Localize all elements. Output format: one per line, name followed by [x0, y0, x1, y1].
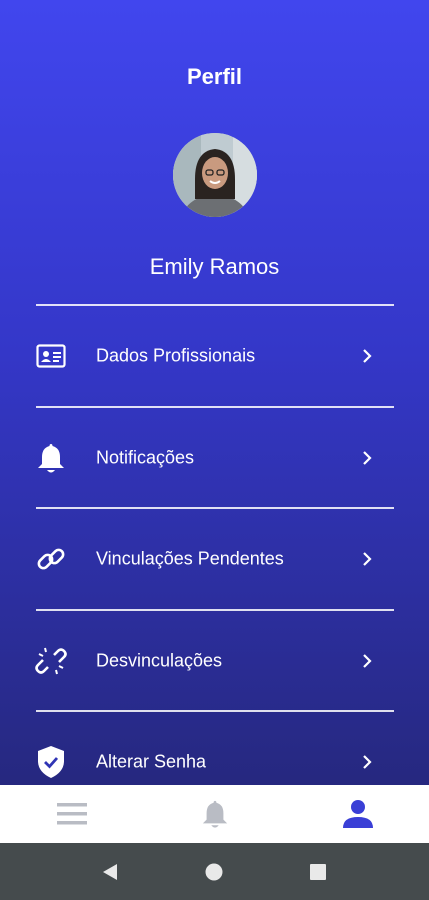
back-button[interactable] [99, 861, 121, 883]
menu-icon [57, 803, 87, 825]
chevron-right-icon [363, 552, 372, 566]
menu-item-alterar-senha[interactable]: Alterar Senha [0, 712, 429, 785]
id-card-icon [34, 339, 68, 373]
profile-screen: Perfil Emily Ramos Dados Profissionais N… [0, 0, 429, 785]
menu-item-label: Desvinculações [96, 650, 223, 671]
unlink-icon [34, 644, 68, 678]
menu-item-dados-profissionais[interactable]: Dados Profissionais [0, 306, 429, 406]
chevron-right-icon [363, 755, 372, 769]
menu-item-label: Vinculações Pendentes [96, 548, 284, 569]
tab-menu[interactable] [32, 785, 112, 843]
chevron-right-icon [363, 451, 372, 465]
system-navigation-bar [0, 843, 429, 900]
menu-item-notificacoes[interactable]: Notificações [0, 408, 429, 508]
shield-check-icon [34, 745, 68, 779]
chevron-right-icon [363, 349, 372, 363]
bell-icon [34, 441, 68, 475]
bell-icon [202, 800, 228, 828]
menu-item-label: Alterar Senha [96, 751, 207, 772]
chevron-right-icon [363, 654, 372, 668]
recents-button[interactable] [307, 861, 329, 883]
menu-item-label: Notificações [96, 447, 195, 468]
back-triangle-icon [103, 864, 117, 880]
menu-item-vinculacoes-pendentes[interactable]: Vinculações Pendentes [0, 509, 429, 609]
bottom-tab-bar [0, 785, 429, 843]
home-button[interactable] [203, 861, 225, 883]
person-icon [343, 800, 373, 828]
recents-square-icon [310, 864, 326, 880]
tab-profile[interactable] [318, 785, 398, 843]
user-name: Emily Ramos [149, 254, 280, 279]
link-icon [34, 542, 68, 576]
page-title: Perfil [186, 64, 243, 89]
tab-notifications[interactable] [175, 785, 255, 843]
menu-item-label: Dados Profissionais [96, 345, 256, 366]
avatar [173, 133, 257, 217]
home-circle-icon [205, 863, 223, 881]
menu-item-desvinculacoes[interactable]: Desvinculações [0, 611, 429, 711]
